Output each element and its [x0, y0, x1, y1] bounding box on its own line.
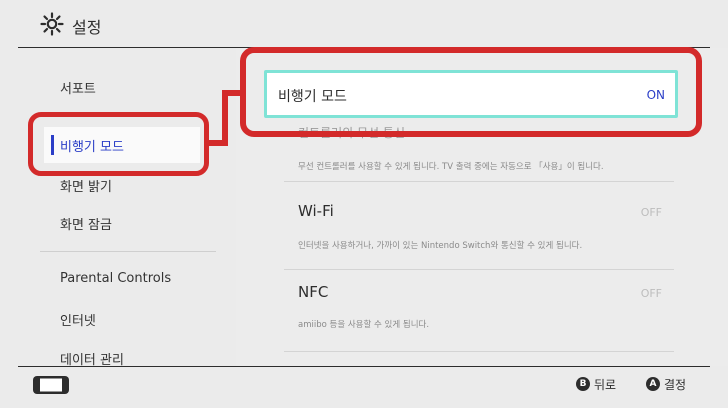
sidebar-item-data-management[interactable]: 데이터 관리: [60, 349, 124, 366]
header: 설정: [0, 0, 728, 48]
airplane-mode-toggle[interactable]: 비행기 모드 ON: [264, 70, 678, 118]
row-divider: [284, 351, 674, 352]
controller-description: 무선 컨트롤러를 사용할 수 있게 됩니다. TV 출력 중에는 자동으로 「사…: [298, 162, 604, 172]
back-label: 뒤로: [594, 377, 617, 392]
nfc-status: OFF: [640, 287, 662, 300]
nfc-description: amiibo 등을 사용할 수 있게 됩니다.: [298, 320, 430, 330]
gear-icon: [40, 12, 64, 36]
confirm-label: 결정: [664, 377, 687, 392]
sidebar-item-internet[interactable]: 인터넷: [60, 310, 96, 329]
sidebar-item-parental-controls[interactable]: Parental Controls: [60, 271, 171, 286]
switch-console-icon: [33, 376, 69, 394]
wifi-label: Wi-Fi: [298, 202, 334, 220]
sidebar-item-support[interactable]: 서포트: [60, 78, 96, 97]
confirm-button[interactable]: A 결정: [646, 376, 686, 392]
callout-box-sidebar: [28, 112, 209, 176]
b-button-icon: B: [576, 377, 590, 391]
sidebar-item-brightness[interactable]: 화면 밝기: [60, 176, 112, 195]
row-divider: [284, 269, 674, 270]
wifi-row[interactable]: Wi-Fi OFF 인터넷을 사용하거나, 가까이 있는 Nintendo Sw…: [284, 198, 674, 251]
callout-connector: [222, 90, 228, 146]
row-divider: [284, 181, 674, 182]
page-title: 설정: [72, 18, 102, 37]
back-button[interactable]: B 뒤로: [576, 376, 616, 392]
callout-connector: [222, 90, 244, 96]
nfc-row[interactable]: NFC OFF amiibo 등을 사용할 수 있게 됩니다.: [284, 283, 674, 333]
wifi-description: 인터넷을 사용하거나, 가까이 있는 Nintendo Switch와 통신할 …: [298, 241, 583, 251]
sidebar-divider: [40, 251, 216, 252]
footer-divider: [18, 366, 710, 367]
sidebar: 서포트 비행기 모드 화면 밝기 화면 잠금 Parental Controls…: [0, 48, 236, 366]
controller-setting-row: 무선 컨트롤러를 사용할 수 있게 됩니다. TV 출력 중에는 자동으로 「사…: [284, 156, 674, 176]
nfc-label: NFC: [298, 283, 329, 301]
a-button-icon: A: [646, 377, 660, 391]
sidebar-item-screen-lock[interactable]: 화면 잠금: [60, 214, 112, 233]
airplane-mode-status: ON: [646, 88, 665, 102]
wifi-status: OFF: [640, 206, 662, 219]
airplane-mode-label: 비행기 모드: [278, 89, 347, 105]
